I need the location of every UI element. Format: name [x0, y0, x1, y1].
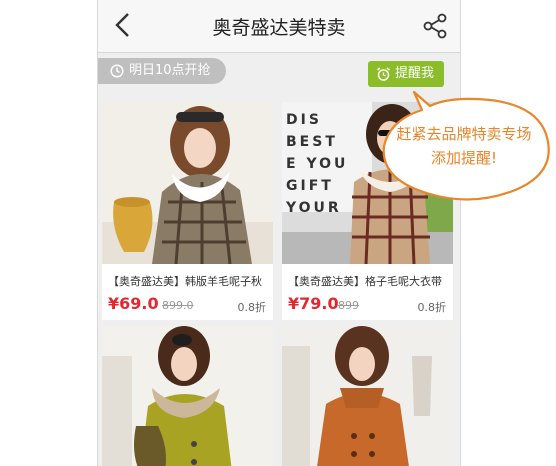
alarm-icon [377, 67, 390, 81]
clock-icon [110, 64, 124, 78]
product-price: ¥79.0 [288, 294, 339, 313]
product-card[interactable]: 【奥奇盛达美】韩版羊毛呢子秋 ¥69.0 899.0 0.8折 [102, 102, 273, 320]
backdrop-text: E YOU [286, 156, 348, 172]
product-name: 【奥奇盛达美】格子毛呢大衣带 [288, 275, 442, 288]
backdrop-text: DIS [286, 112, 322, 128]
countdown-text: 明日10点开抢 [129, 63, 211, 78]
callout-line: 添加提醒! [430, 149, 497, 167]
backdrop-text: BEST [286, 134, 338, 150]
product-card[interactable] [102, 326, 273, 466]
callout-line: 赶紧去品牌特卖专场 [396, 125, 532, 143]
backdrop-text: YOUR [285, 200, 342, 216]
product-image [282, 326, 453, 466]
original-price: 899 [338, 299, 359, 312]
product-image [102, 102, 273, 264]
countdown-badge: 明日10点开抢 [98, 58, 226, 84]
product-price: ¥69.0 [108, 294, 159, 313]
original-price: 899.0 [162, 299, 194, 312]
navigation-bar: 奥奇盛达美特卖 [98, 0, 460, 53]
discount-label: 0.8折 [417, 301, 447, 314]
callout-text: 赶紧去品牌特卖专场 添加提醒! [382, 122, 546, 170]
discount-label: 0.8折 [237, 301, 267, 314]
product-name: 【奥奇盛达美】韩版羊毛呢子秋 [108, 275, 262, 288]
page-title: 奥奇盛达美特卖 [212, 17, 346, 39]
product-card[interactable] [282, 326, 453, 466]
product-image [102, 326, 273, 466]
share-icon[interactable] [422, 12, 448, 40]
phone-screen: 奥奇盛达美特卖 明日10点开抢 提醒我 【奥奇盛达美】韩版羊毛呢子秋 ¥69.0… [97, 0, 461, 466]
backdrop-text: GIFT [286, 178, 334, 194]
